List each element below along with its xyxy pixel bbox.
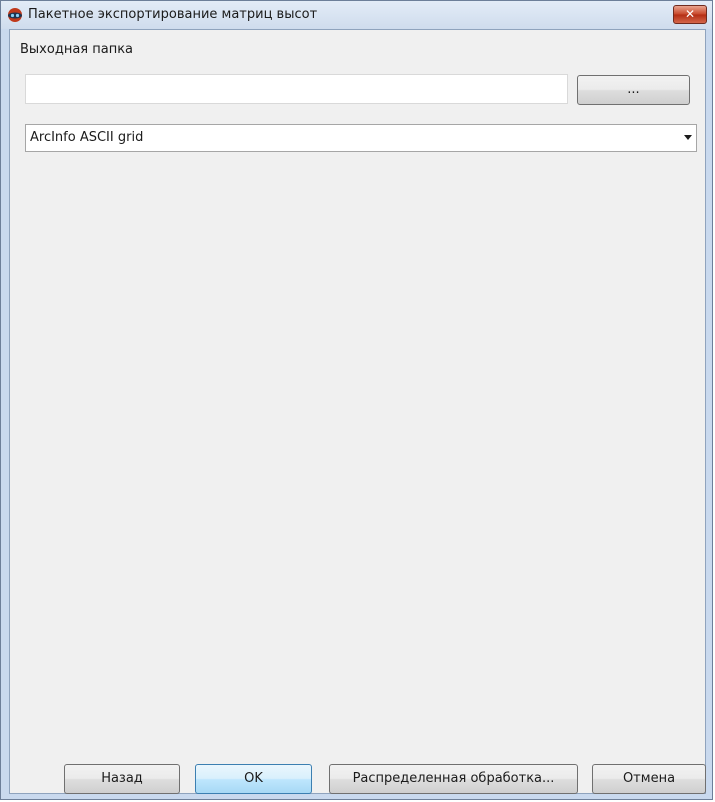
dialog-window: Пакетное экспортирование матриц высот ✕ …	[0, 0, 713, 800]
browse-button[interactable]: ...	[577, 75, 690, 105]
app-logo-icon	[8, 8, 22, 22]
chevron-down-icon	[684, 135, 692, 140]
back-button[interactable]: Назад	[64, 764, 180, 794]
format-selected-value: ArcInfo ASCII grid	[30, 130, 144, 145]
ok-button[interactable]: OK	[195, 764, 312, 794]
window-title: Пакетное экспортирование матриц высот	[28, 7, 318, 22]
format-dropdown[interactable]: ArcInfo ASCII grid	[25, 124, 697, 152]
output-folder-label: Выходная папка	[20, 42, 134, 57]
close-button[interactable]: ✕	[673, 5, 707, 24]
close-icon: ✕	[684, 7, 696, 21]
title-bar: Пакетное экспортирование матриц высот ✕	[1, 1, 712, 29]
cancel-button[interactable]: Отмена	[592, 764, 706, 794]
output-folder-input[interactable]	[25, 74, 568, 104]
distributed-processing-button[interactable]: Распределенная обработка...	[329, 764, 578, 794]
